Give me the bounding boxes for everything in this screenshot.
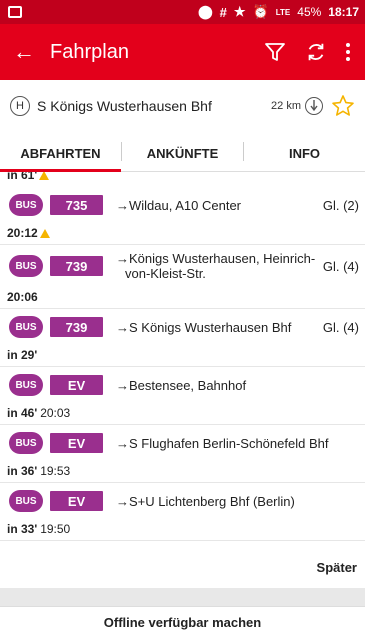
platform: Gl. (4) <box>322 258 359 274</box>
departure-row[interactable]: BUS EV →S Flughafen Berlin-Schönefeld Bh… <box>0 429 365 457</box>
departure-time: in 33' 19:50 <box>7 522 70 536</box>
offline-button[interactable]: Offline verfügbar machen <box>0 606 365 633</box>
station-name: S Königs Wusterhausen Bhf <box>37 98 212 114</box>
row-divider <box>0 308 365 309</box>
hash-icon: # <box>219 4 227 20</box>
time-text: 20:06 <box>7 290 38 304</box>
time-text: in 33' <box>7 522 38 536</box>
later-button[interactable]: Später <box>317 560 357 575</box>
row-divider <box>0 366 365 367</box>
destination: →Bestensee, Bahnhof <box>116 377 247 393</box>
distance-value: 22 km <box>271 100 301 112</box>
row-divider <box>0 540 365 541</box>
departure-row[interactable]: BUS EV →Bestensee, Bahnhof <box>0 371 365 399</box>
line-number: EV <box>50 433 103 453</box>
refresh-icon[interactable] <box>305 41 327 63</box>
line-number: 739 <box>50 256 103 276</box>
time-text: in 29' <box>7 348 38 362</box>
departure-time: in 36' 19:53 <box>7 464 70 478</box>
time-text: 20:12 <box>7 226 38 240</box>
warning-icon <box>39 229 50 238</box>
compass-icon <box>305 97 323 115</box>
platform: Gl. (4) <box>322 319 359 335</box>
line-number: EV <box>50 375 103 395</box>
scheduled-time: 19:50 <box>40 522 71 536</box>
app-bar: ← Fahrplan <box>0 24 365 80</box>
notification-icon <box>8 6 22 18</box>
platform: Gl. (2) <box>322 197 359 213</box>
star-status-icon: ★ <box>233 4 246 19</box>
filter-icon[interactable] <box>263 40 287 64</box>
stop-h-icon: H <box>10 96 30 116</box>
bus-badge: BUS <box>9 432 43 454</box>
clock: 18:17 <box>328 5 359 19</box>
departure-list[interactable]: in 61' BUS 735 →Wildau, A10 Center Gl. (… <box>0 172 365 588</box>
appbar-actions <box>263 40 351 64</box>
overflow-menu-icon[interactable] <box>345 42 351 62</box>
row-divider <box>0 424 365 425</box>
station-distance: 22 km <box>271 97 323 115</box>
alarm-icon: ⏰ <box>252 4 269 19</box>
tab-abfahrten[interactable]: ABFAHRTEN <box>0 132 121 172</box>
bus-badge: BUS <box>9 194 43 216</box>
tab-bar: ABFAHRTEN ANKÜNFTE INFO <box>0 132 365 172</box>
time-text: in 36' <box>7 464 38 478</box>
destination: →Wildau, A10 Center <box>116 197 242 213</box>
departure-row[interactable]: BUS 739 →S Königs Wusterhausen Bhf Gl. (… <box>0 313 365 341</box>
battery-level: 45% <box>297 5 322 19</box>
top-time-label: in 61' <box>7 172 50 182</box>
bus-badge: BUS <box>9 374 43 396</box>
scheduled-time: 19:53 <box>40 464 71 478</box>
bus-badge: BUS <box>9 255 43 277</box>
page-title: Fahrplan <box>50 40 129 63</box>
destination: →S+U Lichtenberg Bhf (Berlin) <box>116 493 295 509</box>
destination: →S Königs Wusterhausen Bhf <box>116 319 292 335</box>
departure-time: in 46' 20:03 <box>7 406 70 420</box>
location-icon: ⬤ <box>198 4 213 19</box>
signal-icon: LTE <box>275 7 291 17</box>
departure-row[interactable]: BUS 735 →Wildau, A10 Center Gl. (2) <box>0 191 365 219</box>
departure-row[interactable]: BUS 739 →Königs Wusterhausen, Heinrich-v… <box>0 249 365 283</box>
destination: →S Flughafen Berlin-Schönefeld Bhf <box>116 435 329 451</box>
departure-time: 20:06 <box>7 290 38 304</box>
status-bar: ⬤ # ★ ⏰ LTE 45% 18:17 <box>0 0 365 24</box>
line-number: EV <box>50 491 103 511</box>
departure-time: in 29' <box>7 348 37 362</box>
line-number: 735 <box>50 195 103 215</box>
time-text: in 46' <box>7 406 38 420</box>
row-divider <box>0 482 365 483</box>
row-divider <box>0 244 365 245</box>
warning-icon <box>39 172 50 180</box>
separator-band <box>0 588 365 606</box>
scheduled-time: 20:03 <box>40 406 71 420</box>
time-text: in 61' <box>7 172 38 182</box>
line-number: 739 <box>50 317 103 337</box>
bus-badge: BUS <box>9 490 43 512</box>
station-header[interactable]: H S Königs Wusterhausen Bhf 22 km <box>0 80 365 132</box>
status-right: ⬤ # ★ ⏰ LTE 45% 18:17 <box>198 4 359 20</box>
bus-badge: BUS <box>9 316 43 338</box>
tab-info[interactable]: INFO <box>244 132 365 171</box>
back-arrow-icon[interactable]: ← <box>4 39 44 65</box>
departure-time: 20:12 <box>7 226 50 240</box>
tab-ankuenfte[interactable]: ANKÜNFTE <box>122 132 243 171</box>
destination: →Königs Wusterhausen, Heinrich-von-Kleis… <box>116 251 316 281</box>
departure-row[interactable]: BUS EV →S+U Lichtenberg Bhf (Berlin) <box>0 487 365 515</box>
star-icon[interactable] <box>331 94 355 118</box>
